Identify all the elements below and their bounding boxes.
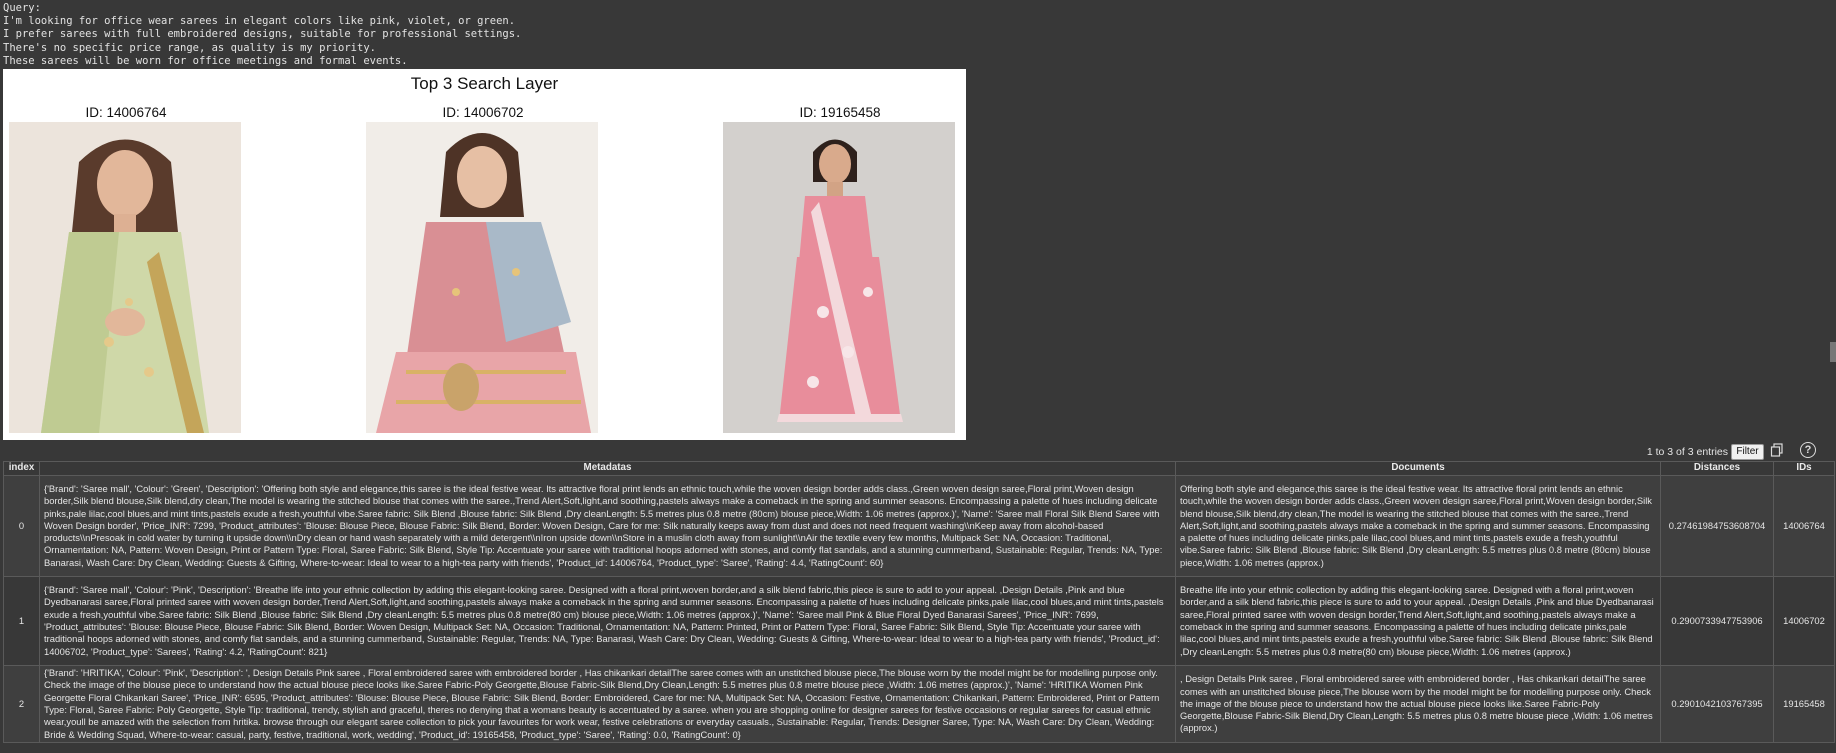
result-panel: ID: 14006702	[366, 103, 600, 433]
scrollbar-thumb[interactable]	[1830, 342, 1836, 362]
cell-index: 0	[3, 475, 40, 577]
search-results-figure: Top 3 Search Layer ID: 14006764 ID: 1400…	[3, 69, 966, 440]
column-header-metadatas[interactable]: Metadatas	[39, 461, 1176, 476]
result-id-label: ID: 19165458	[799, 105, 881, 120]
cell-document: Offering both style and elegance,this sa…	[1175, 475, 1661, 577]
cell-metadata: {'Brand': 'Saree mall', 'Colour': 'Pink'…	[39, 576, 1176, 666]
query-line: I'm looking for office wear sarees in el…	[3, 15, 516, 28]
saree-photo	[366, 122, 598, 433]
table-header-row: index Metadatas Documents Distances IDs	[3, 461, 1835, 476]
figure-title: Top 3 Search Layer	[410, 74, 559, 93]
result-id-label: ID: 14006702	[442, 105, 524, 120]
query-label: Query:	[3, 2, 41, 14]
cell-metadata: {'Brand': 'Saree mall', 'Colour': 'Green…	[39, 475, 1176, 577]
query-line: There's no specific price range, as qual…	[3, 41, 376, 54]
cell-metadata: {'Brand': 'HRITIKA', 'Colour': 'Pink', '…	[39, 665, 1176, 743]
column-header-documents[interactable]: Documents	[1175, 461, 1661, 476]
table-row: 1 {'Brand': 'Saree mall', 'Colour': 'Pin…	[3, 576, 1835, 666]
table-row: 0 {'Brand': 'Saree mall', 'Colour': 'Gre…	[3, 475, 1835, 577]
cell-id: 14006764	[1773, 475, 1835, 577]
entries-count: 1 to 3 of 3 entries	[1646, 446, 1728, 458]
cell-document: , Design Details Pink saree , Floral emb…	[1175, 665, 1661, 743]
cell-index: 2	[3, 665, 40, 743]
cell-distance: 0.2901042103767395	[1660, 665, 1774, 743]
help-icon[interactable]: ?	[1800, 442, 1816, 458]
result-panel: ID: 19165458	[723, 103, 957, 433]
results-table: index Metadatas Documents Distances IDs …	[3, 461, 1835, 743]
filter-button[interactable]: Filter	[1731, 444, 1764, 460]
query-line: I prefer sarees with full embroidered de…	[3, 28, 522, 41]
column-header-ids[interactable]: IDs	[1773, 461, 1835, 476]
query-output: Query: I'm looking for office wear sarees…	[3, 2, 903, 68]
result-panel: ID: 14006764	[9, 103, 243, 433]
saree-photo	[723, 122, 955, 433]
result-id-label: ID: 14006764	[85, 105, 167, 120]
cell-id: 19165458	[1773, 665, 1835, 743]
copy-icon[interactable]	[1770, 443, 1784, 457]
column-header-index[interactable]: index	[3, 461, 40, 476]
saree-photo	[9, 122, 241, 433]
cell-distance: 0.2900733947753906	[1660, 576, 1774, 666]
cell-document: Breathe life into your ethnic collection…	[1175, 576, 1661, 666]
column-header-distances[interactable]: Distances	[1660, 461, 1774, 476]
cell-distance: 0.27461984753608704	[1660, 475, 1774, 577]
cell-index: 1	[3, 576, 40, 666]
query-line: These sarees will be worn for office mee…	[3, 54, 408, 67]
cell-id: 14006702	[1773, 576, 1835, 666]
table-row: 2 {'Brand': 'HRITIKA', 'Colour': 'Pink',…	[3, 665, 1835, 743]
